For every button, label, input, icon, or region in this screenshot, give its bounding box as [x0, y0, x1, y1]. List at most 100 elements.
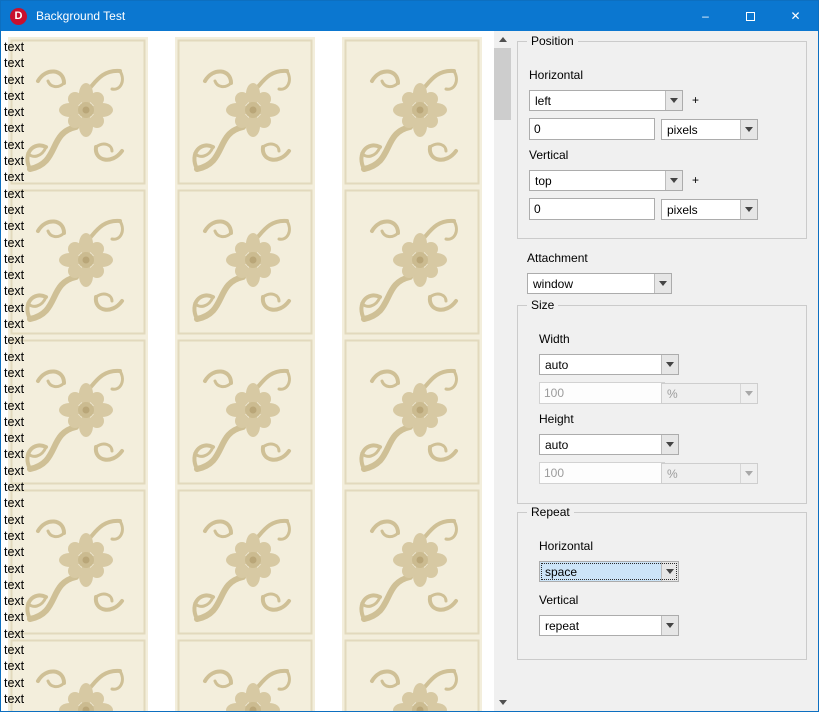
content-text-line: text: [4, 626, 24, 642]
content-text-line: text: [4, 202, 24, 218]
background-tile: [175, 637, 315, 711]
width-mode-select[interactable]: auto: [539, 354, 679, 375]
repeat-group-label: Repeat: [527, 505, 574, 519]
maximize-button[interactable]: [728, 1, 773, 31]
content-text-line: text: [4, 349, 24, 365]
background-tile: [175, 337, 315, 487]
background-tile: [175, 187, 315, 337]
chevron-down-icon: [661, 616, 678, 635]
horizontal-unit-select[interactable]: pixels: [661, 119, 758, 140]
plus-label: +: [692, 93, 699, 107]
content-text-line: text: [4, 414, 24, 430]
horizontal-position-label: Horizontal: [529, 68, 583, 82]
scroll-up-button[interactable]: [494, 31, 511, 48]
height-mode-select[interactable]: auto: [539, 434, 679, 455]
background-tile: [8, 37, 148, 187]
background-tile: [342, 487, 482, 637]
background-tile: [342, 637, 482, 711]
content-text-line: text: [4, 104, 24, 120]
content-text-line: text: [4, 186, 24, 202]
repeat-vertical-label: Vertical: [539, 593, 578, 607]
content-text-line: text: [4, 88, 24, 104]
content-text-line: text: [4, 267, 24, 283]
horizontal-offset-input[interactable]: [529, 118, 655, 140]
content-text-line: text: [4, 446, 24, 462]
chevron-down-icon: [654, 274, 671, 293]
background-tile: [8, 337, 148, 487]
minimize-button[interactable]: –: [683, 1, 728, 31]
size-group: Size Width auto % Height auto: [517, 305, 807, 504]
background-tile: [8, 487, 148, 637]
content-text-line: text: [4, 120, 24, 136]
content-text-line: text: [4, 332, 24, 348]
background-tile: [342, 37, 482, 187]
position-group: Position Horizontal left + pixels Vertic…: [517, 41, 807, 239]
content-text-line: text: [4, 55, 24, 71]
background-tile: [342, 187, 482, 337]
height-label: Height: [539, 412, 574, 426]
chevron-down-icon: [661, 355, 678, 374]
vertical-offset-input[interactable]: [529, 198, 655, 220]
repeat-vertical-select[interactable]: repeat: [539, 615, 679, 636]
app-icon: D: [10, 8, 27, 25]
attachment-select[interactable]: window: [527, 273, 672, 294]
attachment-label: Attachment: [527, 251, 588, 265]
content-text-line: text: [4, 153, 24, 169]
content-text-line: text: [4, 658, 24, 674]
content-text-line: text: [4, 479, 24, 495]
settings-panel: Position Horizontal left + pixels Vertic…: [511, 31, 818, 711]
content-text-line: text: [4, 316, 24, 332]
content-text-line: text: [4, 169, 24, 185]
minimize-icon: –: [702, 9, 709, 23]
title-bar: D Background Test – ✕: [1, 1, 818, 31]
content-text-line: text: [4, 300, 24, 316]
content-text-line: text: [4, 283, 24, 299]
content-text-line: text: [4, 528, 24, 544]
position-group-label: Position: [527, 34, 578, 48]
content-text-line: text: [4, 235, 24, 251]
width-amount-input: [539, 382, 665, 404]
width-unit-select: %: [661, 383, 758, 404]
content-text-column: texttexttexttexttexttexttexttexttexttext…: [4, 39, 24, 707]
preview-pane: texttexttexttexttexttexttexttexttexttext…: [1, 31, 494, 711]
content-text-line: text: [4, 381, 24, 397]
repeat-horizontal-select[interactable]: space: [539, 561, 679, 582]
vertical-position-label: Vertical: [529, 148, 568, 162]
content-text-line: text: [4, 512, 24, 528]
background-tile: [8, 637, 148, 711]
content-text-line: text: [4, 251, 24, 267]
close-button[interactable]: ✕: [773, 1, 818, 31]
content-text-line: text: [4, 218, 24, 234]
vertical-scrollbar[interactable]: [494, 31, 511, 711]
scroll-down-button[interactable]: [494, 694, 511, 711]
chevron-down-icon: [740, 384, 757, 403]
window-title: Background Test: [36, 9, 683, 23]
chevron-down-icon: [740, 200, 757, 219]
content-text-line: text: [4, 642, 24, 658]
app-window: D Background Test – ✕: [0, 0, 819, 712]
content-text-line: text: [4, 561, 24, 577]
width-label: Width: [539, 332, 570, 346]
vertical-position-select[interactable]: top: [529, 170, 683, 191]
background-tile: [8, 187, 148, 337]
chevron-down-icon: [665, 171, 682, 190]
height-amount-input: [539, 462, 665, 484]
content-text-line: text: [4, 577, 24, 593]
content-text-line: text: [4, 398, 24, 414]
content-text-line: text: [4, 430, 24, 446]
horizontal-position-select[interactable]: left: [529, 90, 683, 111]
background-tile: [175, 37, 315, 187]
height-unit-select: %: [661, 463, 758, 484]
background-tile: [342, 337, 482, 487]
vertical-unit-select[interactable]: pixels: [661, 199, 758, 220]
repeat-group: Repeat Horizontal space Vertical repeat: [517, 512, 807, 660]
content-text-line: text: [4, 137, 24, 153]
repeat-horizontal-label: Horizontal: [539, 539, 593, 553]
plus-label: +: [692, 173, 699, 187]
content-text-line: text: [4, 72, 24, 88]
scrollbar-thumb[interactable]: [494, 48, 511, 120]
scroll-down-icon: [499, 700, 507, 705]
chevron-down-icon: [665, 91, 682, 110]
content-text-line: text: [4, 675, 24, 691]
chevron-down-icon: [740, 120, 757, 139]
